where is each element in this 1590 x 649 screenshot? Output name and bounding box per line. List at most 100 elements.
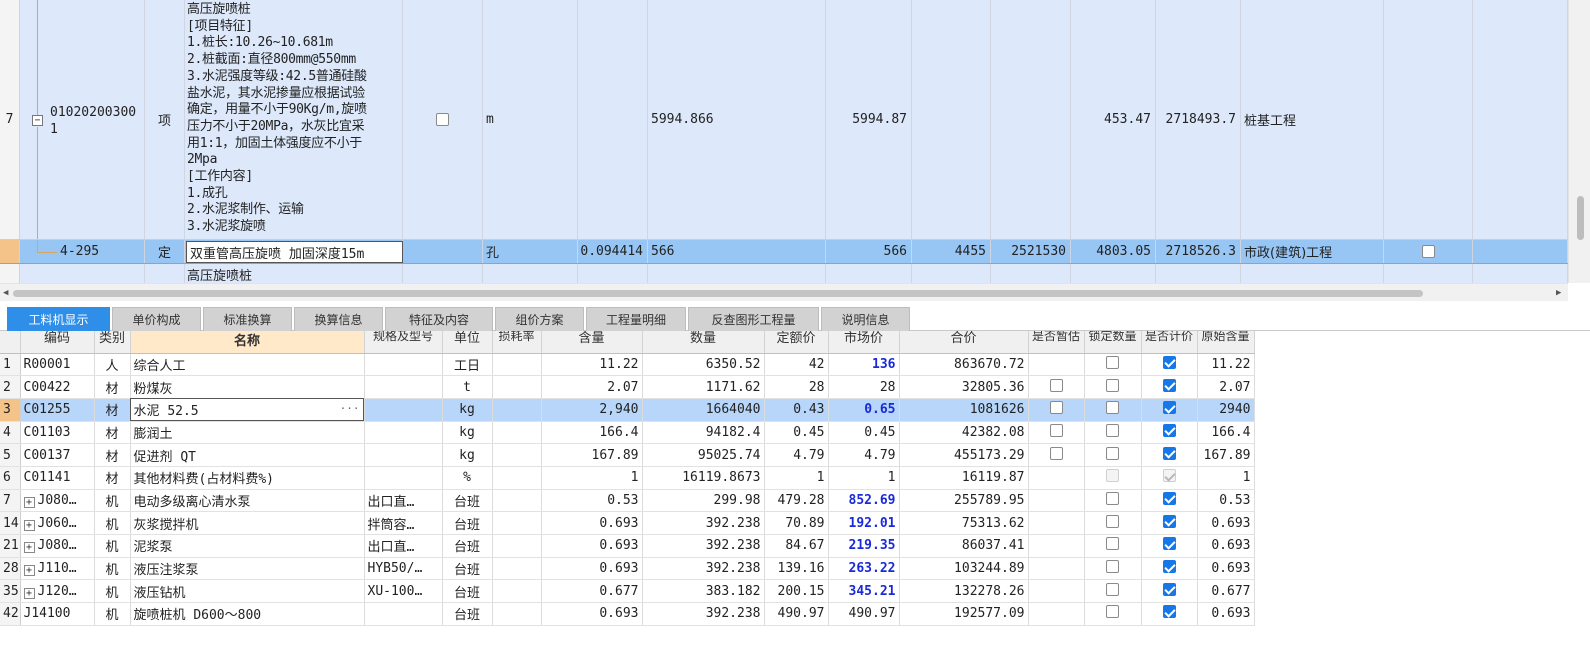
- lock-quantity-cell[interactable]: [1084, 489, 1142, 513]
- resource-row[interactable]: 3 C01255 材水泥 52.5 ··· kg 2,940 1664040 0.43 0.65…: [0, 398, 1255, 422]
- provisional-cell[interactable]: [1028, 602, 1085, 626]
- quantity-cell[interactable]: 383.182: [642, 579, 765, 604]
- provisional-cell[interactable]: [1028, 489, 1085, 513]
- priced-checkbox[interactable]: [1162, 401, 1176, 415]
- name-cell[interactable]: 膨润土: [130, 421, 365, 445]
- resource-row[interactable]: 7 + J080… 机电动多级离心清水泵 出口直… 台班 0.53 299.98 479.28 8…: [0, 489, 1255, 513]
- col-spec[interactable]: 规格及型号: [364, 331, 443, 354]
- unit-cell[interactable]: kg: [442, 443, 493, 467]
- category-cell[interactable]: 材: [94, 421, 131, 445]
- market-price-cell[interactable]: 490.97: [828, 602, 900, 626]
- expand-icon[interactable]: +: [23, 587, 35, 599]
- col-content[interactable]: 含量: [541, 331, 643, 354]
- loss-rate-cell[interactable]: [492, 557, 542, 581]
- tab-graphic-quantity-lookup[interactable]: 反查图形工程量: [688, 307, 819, 331]
- category-cell[interactable]: 材: [94, 375, 131, 399]
- unit-cell[interactable]: 台班: [442, 602, 493, 626]
- priced-cell[interactable]: [1141, 579, 1198, 604]
- spec-cell[interactable]: [364, 602, 443, 626]
- code-cell[interactable]: C01141: [20, 466, 95, 490]
- expand-icon[interactable]: +: [23, 519, 35, 531]
- name-cell[interactable]: 泥浆泵: [130, 534, 365, 558]
- priced-cell[interactable]: [1141, 353, 1198, 377]
- code-cell[interactable]: + J080…: [20, 489, 95, 513]
- quantity-cell[interactable]: 392.238: [642, 602, 765, 626]
- lock-quantity-checkbox[interactable]: [1106, 491, 1119, 505]
- col-provisional[interactable]: 是否暂估: [1028, 331, 1085, 354]
- lock-quantity-cell[interactable]: [1084, 421, 1142, 445]
- expand-icon[interactable]: +: [23, 565, 35, 577]
- code-cell[interactable]: 4-295: [20, 240, 145, 263]
- spec-cell[interactable]: [364, 375, 443, 399]
- vertical-scrollbar[interactable]: [1568, 0, 1590, 283]
- lock-quantity-cell[interactable]: [1084, 534, 1142, 558]
- priced-cell[interactable]: [1141, 375, 1198, 399]
- quantity-cell[interactable]: 95025.74: [642, 443, 765, 467]
- category-cell[interactable]: 机: [94, 511, 131, 535]
- spec-cell[interactable]: [364, 443, 443, 467]
- checkbox-cell[interactable]: [403, 0, 483, 239]
- name-cell[interactable]: 液压注浆泵: [130, 557, 365, 581]
- spec-cell[interactable]: 高压旋喷桩: [185, 264, 403, 283]
- resource-row[interactable]: 5 C00137 材促进剂 QT kg 167.89 95025.74 4.79 4.79 45…: [0, 443, 1255, 467]
- priced-cell[interactable]: [1141, 557, 1198, 581]
- loss-rate-cell[interactable]: [492, 511, 542, 535]
- col-quantity[interactable]: 数量: [642, 331, 765, 354]
- name-cell[interactable]: 灰浆搅拌机: [130, 511, 365, 535]
- col-loss-rate[interactable]: 损耗率: [492, 331, 542, 354]
- provisional-cell[interactable]: [1028, 579, 1085, 604]
- col-category[interactable]: 类别: [94, 331, 131, 354]
- collapse-icon[interactable]: −: [32, 115, 43, 126]
- tab-standard-conversion[interactable]: 标准换算: [203, 307, 292, 331]
- content-cell[interactable]: 0.094414: [578, 240, 648, 263]
- lock-quantity-cell[interactable]: [1084, 398, 1142, 422]
- lock-quantity-checkbox[interactable]: [1106, 423, 1119, 437]
- vertical-scroll-thumb[interactable]: [1577, 196, 1584, 240]
- lock-quantity-checkbox[interactable]: [1106, 582, 1119, 596]
- unit-cell[interactable]: 台班: [442, 511, 493, 535]
- category-cell[interactable]: 机: [94, 602, 131, 626]
- scroll-left-icon[interactable]: ◀: [3, 288, 8, 298]
- spec-cell[interactable]: [364, 421, 443, 445]
- unit-cell[interactable]: %: [442, 466, 493, 490]
- content-cell[interactable]: 0.693: [541, 557, 643, 581]
- unit-cell[interactable]: 台班: [442, 579, 493, 604]
- market-price-cell[interactable]: 345.21: [828, 579, 900, 604]
- col-market-price[interactable]: 市场价: [828, 331, 900, 354]
- tab-quantity-details[interactable]: 工程量明细: [586, 307, 686, 331]
- priced-cell[interactable]: [1141, 466, 1198, 490]
- resource-row[interactable]: 4 C01103 材膨润土 kg 166.4 94182.4 0.45 0.45 42382.0…: [0, 421, 1255, 445]
- spec-cell[interactable]: [364, 466, 443, 490]
- category-cell[interactable]: 材: [94, 466, 131, 490]
- priced-checkbox[interactable]: [1162, 537, 1176, 551]
- lock-quantity-checkbox[interactable]: [1106, 355, 1119, 369]
- tab-labor-material-machine[interactable]: 工料机显示: [7, 307, 110, 331]
- content-cell[interactable]: 0.53: [541, 489, 643, 513]
- category-cell[interactable]: 机: [94, 489, 131, 513]
- market-price-cell[interactable]: 219.35: [828, 534, 900, 558]
- name-cell[interactable]: 其他材料费(占材料费%): [130, 466, 365, 490]
- code-cell[interactable]: + J080…: [20, 534, 95, 558]
- code-cell[interactable]: J14100: [20, 602, 95, 626]
- quantity-expr-cell[interactable]: 566: [648, 240, 826, 263]
- tab-pricing-scheme[interactable]: 组价方案: [495, 307, 584, 331]
- provisional-cell[interactable]: [1028, 398, 1085, 422]
- loss-rate-cell[interactable]: [492, 353, 542, 377]
- code-cell[interactable]: C00422: [20, 375, 95, 399]
- quantity-cell[interactable]: 94182.4: [642, 421, 765, 445]
- provisional-checkbox[interactable]: [1049, 378, 1063, 392]
- provisional-cell[interactable]: [1028, 353, 1085, 377]
- row-checkbox[interactable]: [436, 113, 449, 126]
- name-cell[interactable]: 旋喷桩机 D600～800: [130, 602, 365, 626]
- loss-rate-cell[interactable]: [492, 421, 542, 445]
- loss-rate-cell[interactable]: [492, 602, 542, 626]
- market-price-cell[interactable]: 852.69: [828, 489, 900, 513]
- profession-cell[interactable]: 桩基工程: [1241, 0, 1384, 239]
- priced-checkbox[interactable]: [1162, 514, 1176, 528]
- lock-quantity-checkbox[interactable]: [1106, 537, 1119, 551]
- unit-cell[interactable]: 台班: [442, 489, 493, 513]
- provisional-cell[interactable]: [1028, 511, 1085, 535]
- priced-cell[interactable]: [1141, 534, 1198, 558]
- lock-quantity-cell[interactable]: [1084, 375, 1142, 399]
- unit-cell[interactable]: kg: [442, 398, 493, 422]
